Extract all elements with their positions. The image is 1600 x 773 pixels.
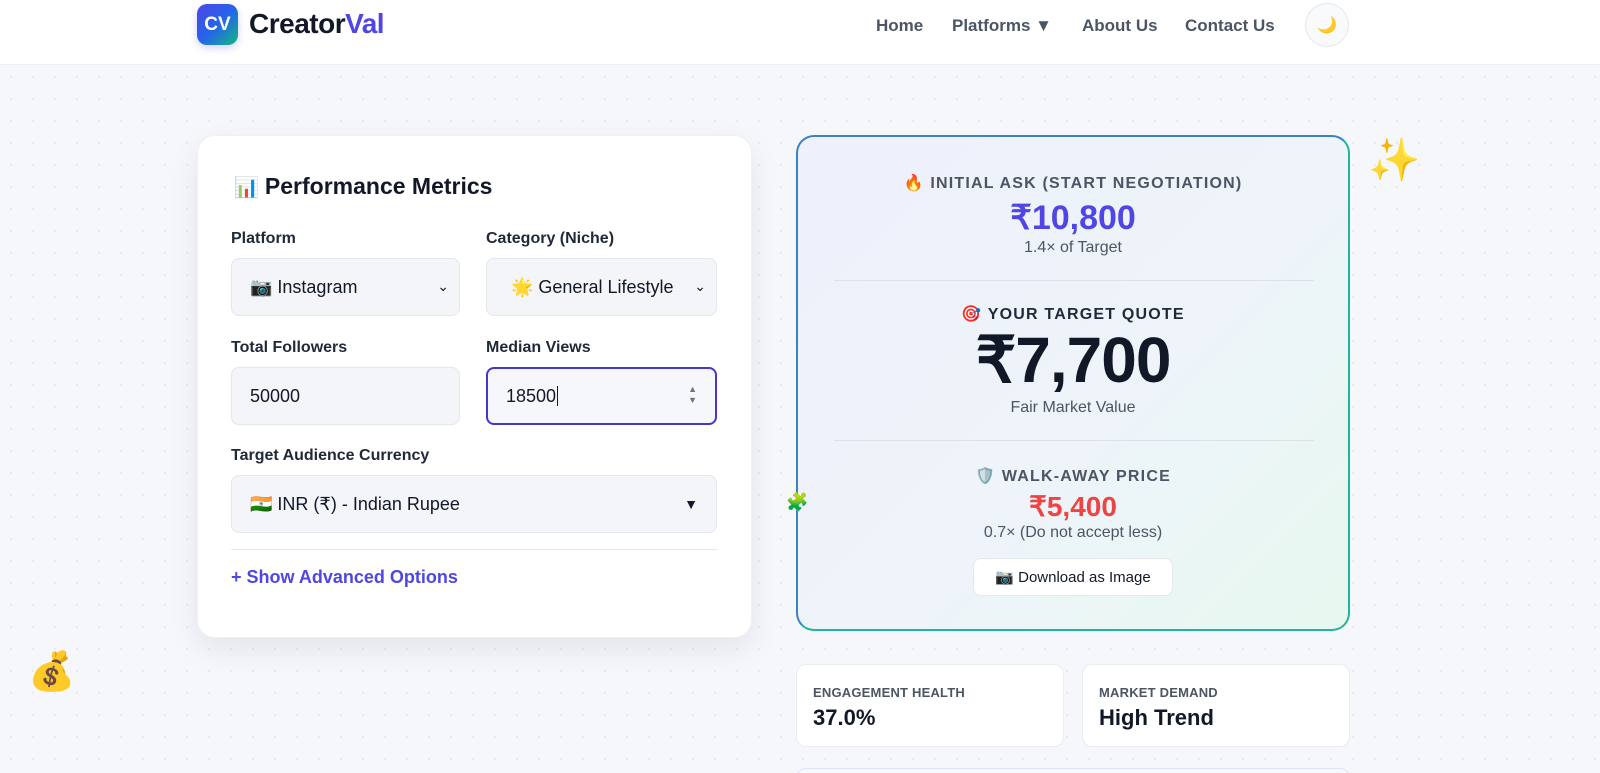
walk-away-heading-text: WALK-AWAY PRICE	[1001, 468, 1171, 485]
quote-results-card: 🔥 INITIAL ASK (START NEGOTIATION) ₹10,80…	[796, 135, 1350, 631]
walk-away-value: ₹5,400	[1029, 491, 1117, 522]
top-navbar: CV CreatorVal Home Platforms ▼ About Us …	[0, 0, 1600, 65]
logo-badge[interactable]: CV	[197, 4, 238, 45]
category-select[interactable]: 🌟 General Lifestyle ⌄	[486, 258, 717, 316]
download-image-button[interactable]: 📷 Download as Image	[973, 558, 1173, 596]
money-bag-icon: 💰	[28, 651, 76, 693]
chart-icon: 📊	[234, 177, 259, 199]
nav-platforms[interactable]: Platforms ▼	[952, 16, 1052, 36]
nav-home[interactable]: Home	[876, 16, 923, 36]
currency-select-value: 🇮🇳 INR (₹) - Indian Rupee	[250, 493, 460, 514]
category-select-value: 🌟 General Lifestyle	[511, 276, 674, 297]
show-advanced-options-link[interactable]: + Show Advanced Options	[231, 567, 458, 588]
puzzle-icon: 🧩	[786, 492, 809, 512]
platform-label: Platform	[231, 230, 296, 247]
caret-down-icon: ▼	[684, 496, 698, 512]
divider	[231, 549, 717, 550]
walk-away-subtitle: 0.7× (Do not accept less)	[983, 524, 1163, 541]
market-demand-label: MARKET DEMAND	[1099, 685, 1218, 700]
stepper-down-icon[interactable]: ▼	[688, 395, 697, 406]
initial-ask-heading-text: INITIAL ASK (START NEGOTIATION)	[930, 175, 1243, 192]
followers-label: Total Followers	[231, 339, 348, 356]
target-icon: 🎯	[961, 306, 983, 323]
target-quote-subtitle: Fair Market Value	[1010, 399, 1136, 416]
fire-icon: 🔥	[903, 175, 925, 192]
followers-input-value: 50000	[250, 385, 301, 406]
platform-select[interactable]: 📷 Instagram ⌄	[231, 258, 460, 316]
text-caret	[557, 386, 559, 406]
chevron-down-icon: ⌄	[694, 278, 706, 294]
walk-away-heading: 🛡️ WALK-AWAY PRICE	[798, 466, 1348, 486]
initial-ask-multiplier: 1.4× of Target	[1024, 239, 1122, 256]
shield-icon: 🛡️	[975, 468, 997, 485]
next-card-edge	[796, 768, 1350, 773]
category-label: Category (Niche)	[486, 230, 615, 247]
followers-input[interactable]: 50000	[231, 367, 460, 425]
theme-toggle-button[interactable]: 🌙	[1305, 3, 1349, 47]
divider	[834, 280, 1314, 281]
currency-select[interactable]: 🇮🇳 INR (₹) - Indian Rupee ▼	[231, 475, 717, 533]
target-quote-heading: 🎯 YOUR TARGET QUOTE	[798, 304, 1348, 324]
initial-ask-value: ₹10,800	[1010, 199, 1136, 237]
engagement-health-card: ENGAGEMENT HEALTH 37.0%	[796, 664, 1064, 747]
number-stepper[interactable]: ▲ ▼	[688, 384, 697, 406]
target-quote-value: ₹7,700	[975, 324, 1172, 396]
card-title-text: Performance Metrics	[264, 173, 493, 199]
target-quote-heading-text: YOUR TARGET QUOTE	[987, 306, 1185, 323]
engagement-health-value: 37.0%	[813, 705, 876, 730]
nav-about[interactable]: About Us	[1082, 16, 1158, 36]
logo-accent: Val	[345, 8, 385, 39]
median-views-input[interactable]: 18500 ▲ ▼	[486, 367, 717, 425]
median-views-input-value: 18500	[506, 385, 557, 406]
market-demand-card: MARKET DEMAND High Trend	[1082, 664, 1350, 747]
divider	[834, 440, 1314, 441]
moon-icon: 🌙	[1317, 17, 1337, 34]
initial-ask-heading: 🔥 INITIAL ASK (START NEGOTIATION)	[798, 173, 1348, 193]
platform-select-value: 📷 Instagram	[250, 276, 358, 297]
sparkle-icon: ✨	[1368, 136, 1421, 183]
currency-label: Target Audience Currency	[231, 447, 430, 464]
median-views-label: Median Views	[486, 339, 591, 356]
chevron-down-icon: ⌄	[437, 278, 449, 294]
performance-metrics-card: 📊 Performance Metrics Platform 📷 Instagra…	[197, 135, 752, 638]
logo-text[interactable]: CreatorVal	[249, 8, 385, 40]
stepper-up-icon[interactable]: ▲	[688, 384, 697, 395]
nav-contact[interactable]: Contact Us	[1185, 16, 1275, 36]
market-demand-value: High Trend	[1099, 705, 1214, 730]
logo-main: Creator	[249, 8, 346, 39]
engagement-health-label: ENGAGEMENT HEALTH	[813, 685, 965, 700]
card-title: 📊 Performance Metrics	[234, 173, 492, 200]
